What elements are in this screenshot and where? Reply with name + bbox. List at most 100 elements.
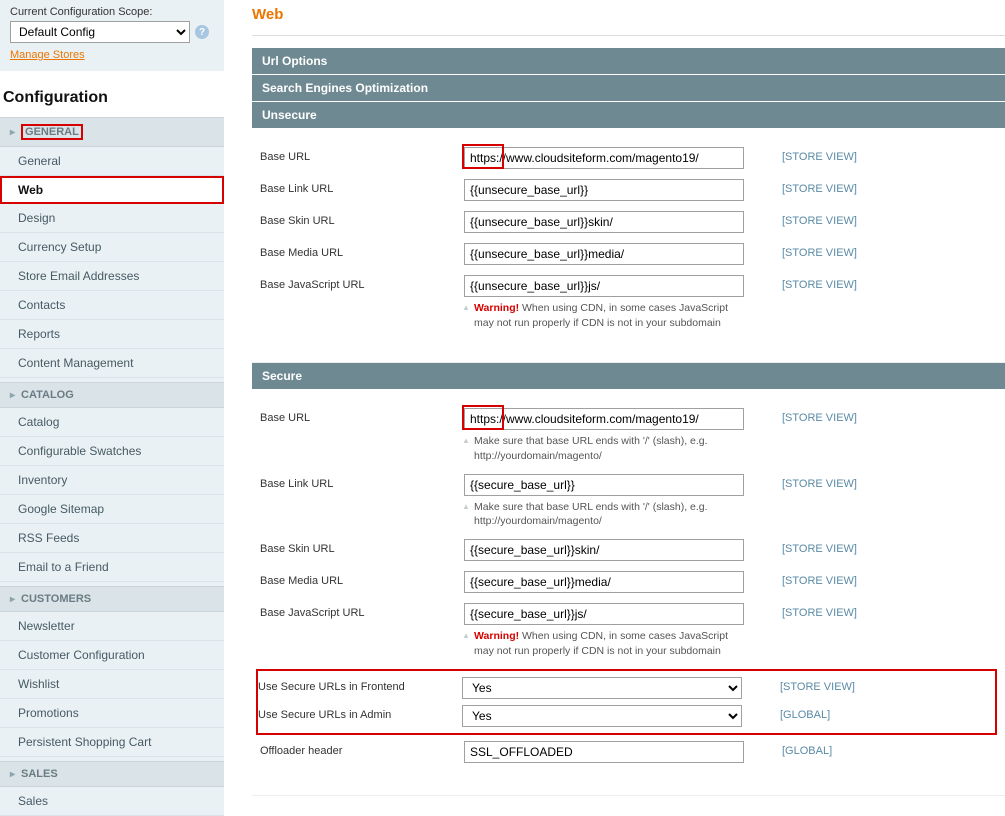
label: Base Media URL (260, 243, 464, 259)
sidebar-item-newsletter[interactable]: Newsletter (0, 612, 224, 641)
sidebar-item-general[interactable]: General (0, 147, 224, 176)
unsecure-base-js-input[interactable] (464, 275, 744, 297)
row-use-secure-admin: Use Secure URLs in Admin Yes [GLOBAL] (258, 705, 995, 727)
nav-section-sales: ▸ SALES Sales (0, 761, 224, 816)
highlight-box-secure-urls: Use Secure URLs in Frontend Yes [STORE V… (256, 669, 997, 735)
label: Base JavaScript URL (260, 275, 464, 291)
config-scope-box: Current Configuration Scope: Default Con… (0, 0, 224, 71)
note-base-link: Make sure that base URL ends with '/' (s… (464, 496, 750, 529)
nav-section-catalog: ▸ CATALOG Catalog Configurable Swatches … (0, 382, 224, 582)
nav-section-head-general[interactable]: ▸ GENERAL (0, 117, 224, 147)
row-secure-base-url: Base URL Make sure that base URL ends wi… (260, 408, 997, 463)
label: Base Skin URL (260, 539, 464, 555)
page-title: Web (252, 0, 1005, 35)
sidebar-item-promotions[interactable]: Promotions (0, 699, 224, 728)
sidebar-item-sales[interactable]: Sales (0, 787, 224, 816)
sidebar-item-customer-config[interactable]: Customer Configuration (0, 641, 224, 670)
row-secure-base-media: Base Media URL [STORE VIEW] (260, 571, 997, 593)
row-unsecure-base-link: Base Link URL [STORE VIEW] (260, 179, 997, 201)
section-secure[interactable]: Secure (252, 363, 1005, 390)
scope-indicator: [GLOBAL] (748, 705, 995, 721)
sidebar-item-content-mgmt[interactable]: Content Management (0, 349, 224, 378)
chevron-right-icon: ▸ (10, 594, 15, 605)
label: Use Secure URLs in Frontend (258, 677, 462, 693)
nav-section-head-customers[interactable]: ▸ CUSTOMERS (0, 586, 224, 612)
scope-indicator: [STORE VIEW] (750, 243, 997, 259)
sidebar-item-web[interactable]: Web (0, 176, 224, 204)
nav-section-customers: ▸ CUSTOMERS Newsletter Customer Configur… (0, 586, 224, 757)
label: Base JavaScript URL (260, 603, 464, 619)
label: Base URL (260, 408, 464, 424)
chevron-right-icon: ▸ (10, 769, 15, 780)
label: Base Link URL (260, 474, 464, 490)
sidebar-item-reports[interactable]: Reports (0, 320, 224, 349)
nav-section-head-catalog[interactable]: ▸ CATALOG (0, 382, 224, 408)
sidebar-item-inventory[interactable]: Inventory (0, 466, 224, 495)
scope-indicator: [STORE VIEW] (750, 275, 997, 291)
unsecure-base-url-input[interactable] (464, 147, 744, 169)
row-secure-base-link: Base Link URL Make sure that base URL en… (260, 474, 997, 529)
sidebar-item-config-swatches[interactable]: Configurable Swatches (0, 437, 224, 466)
scope-indicator: [STORE VIEW] (750, 571, 997, 587)
label: Base URL (260, 147, 464, 163)
sidebar-item-wishlist[interactable]: Wishlist (0, 670, 224, 699)
sidebar-item-design[interactable]: Design (0, 204, 224, 233)
section-url-options[interactable]: Url Options (252, 48, 1005, 75)
label: Base Media URL (260, 571, 464, 587)
note-js-warning: Warning! When using CDN, in some cases J… (464, 625, 750, 658)
scope-indicator: [STORE VIEW] (750, 179, 997, 195)
label: Base Skin URL (260, 211, 464, 227)
secure-base-js-input[interactable] (464, 603, 744, 625)
secure-base-skin-input[interactable] (464, 539, 744, 561)
scope-indicator: [STORE VIEW] (750, 474, 997, 490)
unsecure-base-skin-input[interactable] (464, 211, 744, 233)
manage-stores-link[interactable]: Manage Stores (10, 49, 85, 61)
secure-base-media-input[interactable] (464, 571, 744, 593)
row-unsecure-base-media: Base Media URL [STORE VIEW] (260, 243, 997, 265)
sidebar-item-contacts[interactable]: Contacts (0, 291, 224, 320)
scope-indicator: [STORE VIEW] (750, 147, 997, 163)
nav-section-title: CATALOG (21, 389, 74, 401)
scope-indicator: [STORE VIEW] (748, 677, 995, 693)
sidebar-item-store-email[interactable]: Store Email Addresses (0, 262, 224, 291)
scope-label: Current Configuration Scope: (10, 6, 214, 18)
secure-base-url-input[interactable] (464, 408, 744, 430)
nav-section-title: SALES (21, 768, 58, 780)
scope-indicator: [STORE VIEW] (750, 603, 997, 619)
unsecure-base-media-input[interactable] (464, 243, 744, 265)
sidebar-item-currency-setup[interactable]: Currency Setup (0, 233, 224, 262)
use-secure-frontend-select[interactable]: Yes (462, 677, 742, 699)
chevron-right-icon: ▸ (10, 390, 15, 401)
row-offloader-header: Offloader header [GLOBAL] (260, 741, 997, 763)
sidebar-item-catalog[interactable]: Catalog (0, 408, 224, 437)
secure-base-link-input[interactable] (464, 474, 744, 496)
nav-section-title: GENERAL (21, 124, 83, 140)
nav-section-head-sales[interactable]: ▸ SALES (0, 761, 224, 787)
note-base-url: Make sure that base URL ends with '/' (s… (464, 430, 750, 463)
scope-select[interactable]: Default Config (10, 21, 190, 43)
help-icon[interactable]: ? (195, 25, 209, 39)
sidebar-item-google-sitemap[interactable]: Google Sitemap (0, 495, 224, 524)
sidebar-item-rss-feeds[interactable]: RSS Feeds (0, 524, 224, 553)
fieldset-secure: Base URL Make sure that base URL ends wi… (252, 390, 1005, 795)
row-secure-base-js: Base JavaScript URL Warning! When using … (260, 603, 997, 658)
section-seo[interactable]: Search Engines Optimization (252, 75, 1005, 102)
note-js-warning: Warning! When using CDN, in some cases J… (464, 297, 750, 330)
unsecure-base-link-input[interactable] (464, 179, 744, 201)
row-secure-base-skin: Base Skin URL [STORE VIEW] (260, 539, 997, 561)
config-heading: Configuration (0, 71, 224, 117)
scope-indicator: [STORE VIEW] (750, 211, 997, 227)
sidebar-item-email-friend[interactable]: Email to a Friend (0, 553, 224, 582)
fieldset-unsecure: Base URL [STORE VIEW] Base Link URL [STO… (252, 129, 1005, 363)
sidebar: Current Configuration Scope: Default Con… (0, 0, 224, 816)
row-unsecure-base-skin: Base Skin URL [STORE VIEW] (260, 211, 997, 233)
nav-section-general: ▸ GENERAL General Web Design Currency Se… (0, 117, 224, 378)
label: Use Secure URLs in Admin (258, 705, 462, 721)
use-secure-admin-select[interactable]: Yes (462, 705, 742, 727)
label: Base Link URL (260, 179, 464, 195)
nav-section-title: CUSTOMERS (21, 593, 91, 605)
row-unsecure-base-url: Base URL [STORE VIEW] (260, 147, 997, 169)
offloader-header-input[interactable] (464, 741, 744, 763)
section-unsecure[interactable]: Unsecure (252, 102, 1005, 129)
divider (252, 35, 1005, 36)
